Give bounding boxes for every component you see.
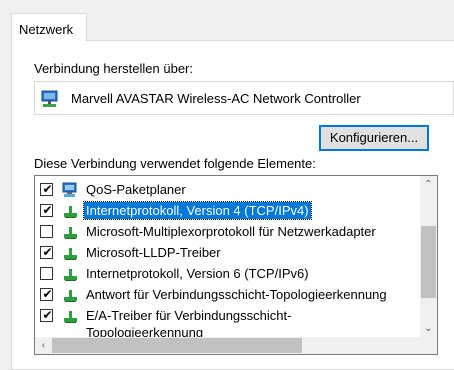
list-item[interactable]: ✔ Internetprotokoll, Version 4 (TCP/IPv4) bbox=[35, 200, 405, 221]
horizontal-scroll-thumb[interactable] bbox=[52, 338, 302, 353]
item-label: Internetprotokoll, Version 4 (TCP/IPv4) bbox=[83, 201, 312, 220]
scroll-down-icon[interactable]: ⌄ bbox=[420, 320, 437, 337]
connection-items-list[interactable]: ✔ QoS-Paketplaner ✔ Internetprotokoll, Vers… bbox=[34, 175, 438, 355]
tab-label: Netzwerk bbox=[19, 22, 74, 37]
adapter-field: Marvell AVASTAR Wireless-AC Network Cont… bbox=[34, 81, 454, 115]
vertical-scroll-thumb[interactable] bbox=[421, 226, 436, 298]
checkmark-icon: ✔ bbox=[42, 182, 53, 196]
item-checkbox[interactable]: ✔ bbox=[40, 308, 53, 322]
scroll-up-icon[interactable]: ⌃ bbox=[420, 176, 437, 193]
scroll-left-icon[interactable]: ‹ bbox=[35, 337, 52, 354]
connection-items-label: Diese Verbindung verwendet folgende Elem… bbox=[34, 156, 316, 171]
item-checkbox[interactable]: ✔ bbox=[40, 245, 53, 259]
item-label: Antwort für Verbindungsschicht-Topologie… bbox=[86, 287, 387, 302]
network-adapter-icon bbox=[40, 89, 60, 112]
item-checkbox[interactable]: ✔ bbox=[40, 182, 53, 196]
list-item[interactable]: ✔ E/A-Treiber für Verbindungsschicht-Topo… bbox=[35, 305, 405, 340]
list-item[interactable]: Microsoft-Multiplexorprotokoll für Netzw… bbox=[35, 221, 405, 242]
connect-using-label: Verbindung herstellen über: bbox=[34, 61, 194, 76]
protocol-icon bbox=[62, 244, 80, 262]
qos-service-icon bbox=[62, 181, 80, 199]
list-item[interactable]: ✔ QoS-Paketplaner bbox=[35, 179, 405, 200]
configure-button[interactable]: Konfigurieren... bbox=[319, 125, 429, 151]
protocol-icon bbox=[62, 307, 80, 325]
checkmark-icon: ✔ bbox=[42, 308, 53, 322]
item-label: Microsoft-Multiplexorprotokoll für Netzw… bbox=[86, 224, 376, 239]
item-checkbox[interactable]: ✔ bbox=[40, 203, 53, 217]
protocol-icon bbox=[62, 202, 80, 220]
checkmark-icon: ✔ bbox=[42, 203, 53, 217]
list-item[interactable]: Internetprotokoll, Version 6 (TCP/IPv6) bbox=[35, 263, 405, 284]
vertical-scrollbar[interactable]: ⌃ ⌄ bbox=[420, 176, 437, 337]
item-checkbox[interactable] bbox=[40, 225, 53, 238]
horizontal-scrollbar[interactable]: ‹ › bbox=[35, 337, 437, 354]
protocol-icon bbox=[62, 265, 80, 283]
tab-netzwerk[interactable]: Netzwerk bbox=[11, 13, 87, 41]
protocol-icon bbox=[62, 286, 80, 304]
item-label: Microsoft-LLDP-Treiber bbox=[86, 245, 221, 260]
adapter-name: Marvell AVASTAR Wireless-AC Network Cont… bbox=[71, 91, 361, 106]
checkmark-icon: ✔ bbox=[42, 287, 53, 301]
item-label: E/A-Treiber für Verbindungsschicht-Topol… bbox=[86, 308, 292, 340]
item-checkbox[interactable]: ✔ bbox=[40, 287, 53, 301]
list-item[interactable]: ✔ Antwort für Verbindungsschicht-Topologi… bbox=[35, 284, 405, 305]
list-item[interactable]: ✔ Microsoft-LLDP-Treiber bbox=[35, 242, 405, 263]
protocol-icon bbox=[62, 223, 80, 241]
item-label: QoS-Paketplaner bbox=[86, 182, 186, 197]
item-checkbox[interactable] bbox=[40, 267, 53, 280]
item-label: Internetprotokoll, Version 6 (TCP/IPv6) bbox=[86, 266, 309, 281]
scrollbar-corner bbox=[420, 337, 437, 354]
checkmark-icon: ✔ bbox=[42, 245, 53, 259]
